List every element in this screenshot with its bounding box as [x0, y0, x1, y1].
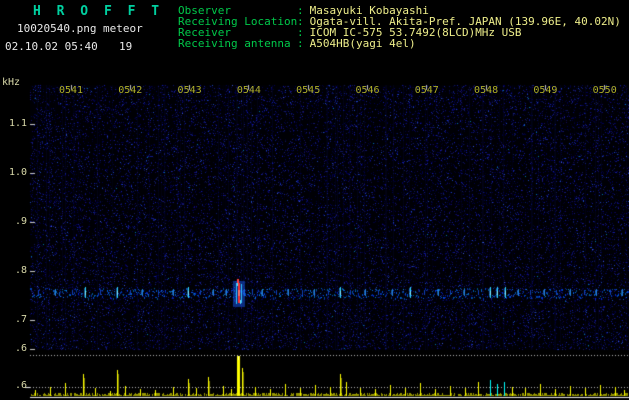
spectrogram-canvas — [0, 0, 629, 400]
freq-label: .8 — [14, 265, 27, 276]
app-title: H R O F F T — [33, 4, 164, 19]
filename-label: 10020540.png — [17, 22, 97, 35]
mode-label: meteor — [103, 22, 143, 35]
info-value: A504HB(yagi 4el) — [309, 37, 416, 50]
time-label: 0541 — [58, 85, 84, 96]
time-label: 0542 — [118, 85, 143, 96]
meteor-count: 19 — [119, 40, 133, 53]
observation-info: Observer: Masayuki Kobayashi Receiving Lo… — [178, 5, 621, 49]
time-label: 0547 — [414, 85, 439, 96]
info-label: Receiving antenna — [178, 37, 291, 50]
time-label: 0545 — [296, 85, 321, 96]
time-label: 0548 — [474, 85, 499, 96]
time-label: 0549 — [533, 85, 558, 96]
datetime-label: 02.10.02 05:40 — [5, 40, 98, 53]
lower-panel-tick-label: .6 — [14, 380, 27, 391]
time-label: 0544 — [236, 85, 261, 96]
time-label: 0543 — [177, 85, 202, 96]
info-row-antenna: Receiving antenna: A504HB(yagi 4el) — [178, 38, 621, 49]
hrofft-app: H R O F F T 10020540.png meteor 02.10.02… — [0, 0, 629, 400]
time-label: 0550 — [592, 85, 617, 96]
freq-axis-unit: kHz — [2, 77, 21, 88]
time-label: 0546 — [355, 85, 380, 96]
freq-label: .6 — [14, 343, 27, 354]
freq-label: 1.1 — [8, 118, 27, 129]
freq-label: .9 — [14, 216, 27, 227]
freq-label: 1.0 — [8, 167, 27, 178]
separator: : — [297, 37, 304, 50]
freq-label: .7 — [14, 314, 27, 325]
